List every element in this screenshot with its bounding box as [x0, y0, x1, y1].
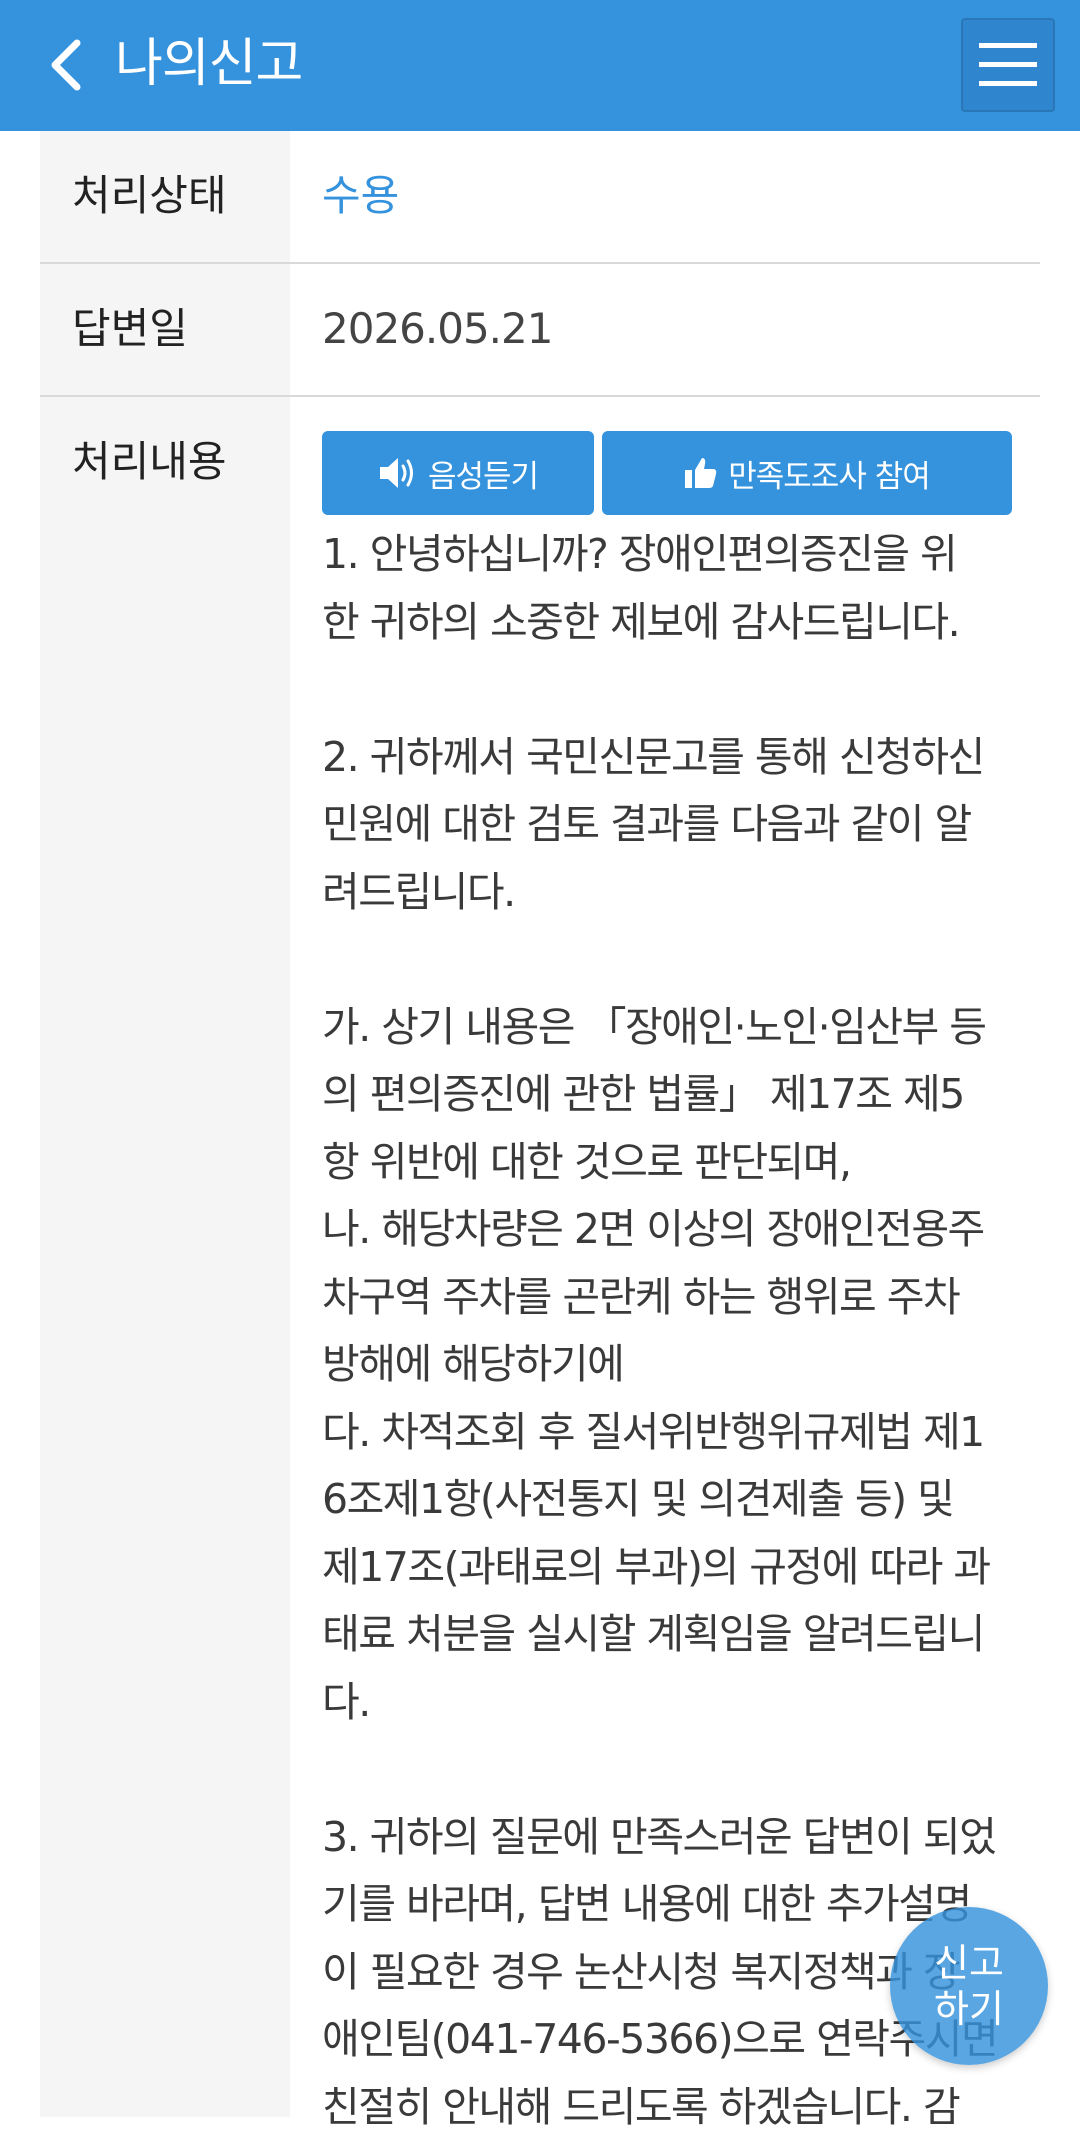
status-value: 수용 [290, 131, 1040, 262]
content-line: 다. [322, 1669, 1022, 1737]
content-line [322, 1736, 1022, 1804]
content-line: 6조제1항(사전통지 및 의견제출 등) 및 [322, 1466, 1022, 1534]
back-button[interactable] [30, 30, 100, 100]
chevron-left-icon [45, 37, 85, 93]
content-line: 항 위반에 대한 것으로 판단되며, [322, 1129, 1022, 1197]
listen-button-label: 음성듣기 [428, 451, 538, 496]
app-header: 나의신고 [0, 0, 1080, 131]
content-line [322, 926, 1022, 994]
status-row: 처리상태 수용 [40, 131, 1040, 264]
content-body: 1. 안녕하십니까? 장애인편의증진을 위한 귀하의 소중한 제보에 감사드립니… [322, 521, 1022, 2141]
content-line: 다. 차적조회 후 질서위반행위규제법 제1 [322, 1399, 1022, 1467]
content-line: 3. 귀하의 질문에 만족스러운 답변이 되었 [322, 1804, 1022, 1872]
content-line: 한 귀하의 소중한 제보에 감사드립니다. [322, 589, 1022, 657]
answer-date-row: 답변일 2026.05.21 [40, 264, 1040, 397]
content-line: 2. 귀하께서 국민신문고를 통해 신청하신 [322, 724, 1022, 792]
survey-button[interactable]: 만족도조사 참여 [602, 431, 1012, 515]
report-detail-table: 처리상태 수용 답변일 2026.05.21 처리내용 음성듣기 [40, 131, 1040, 2117]
content-row: 처리내용 음성듣기 만족도조사 참여 [40, 397, 1040, 2117]
fab-label-line1: 신고 [934, 1940, 1004, 1986]
thumbs-up-icon [684, 456, 718, 490]
content-label: 처리내용 [40, 397, 290, 2117]
listen-button[interactable]: 음성듣기 [322, 431, 594, 515]
content-line: 나. 해당차량은 2면 이상의 장애인전용주 [322, 1196, 1022, 1264]
answer-date-label: 답변일 [40, 264, 290, 395]
content-line [322, 656, 1022, 724]
content-line: 친절히 안내해 드리도록 하겠습니다. 감 [322, 2074, 1022, 2141]
speaker-icon [378, 456, 418, 490]
survey-button-label: 만족도조사 참여 [728, 451, 930, 496]
report-fab-button[interactable]: 신고 하기 [890, 1907, 1048, 2065]
hamburger-menu-icon [979, 43, 1037, 87]
page-title: 나의신고 [115, 28, 302, 100]
status-label: 처리상태 [40, 131, 290, 262]
fab-label-line2: 하기 [934, 1986, 1004, 2032]
content-line: 1. 안녕하십니까? 장애인편의증진을 위 [322, 521, 1022, 589]
content-line: 제17조(과태료의 부과)의 규정에 따라 과 [322, 1534, 1022, 1602]
answer-date-value: 2026.05.21 [290, 264, 1040, 395]
content-line: 방해에 해당하기에 [322, 1331, 1022, 1399]
content-line: 려드립니다. [322, 859, 1022, 927]
content-cell: 음성듣기 만족도조사 참여 1. 안녕하십니까? 장애인편의증진을 위한 귀하의… [290, 397, 1040, 2117]
content-line: 가. 상기 내용은 「장애인·노인·임산부 등 [322, 994, 1022, 1062]
content-line: 민원에 대한 검토 결과를 다음과 같이 알 [322, 791, 1022, 859]
content-actions: 음성듣기 만족도조사 참여 [322, 431, 1012, 515]
content-line: 차구역 주차를 곤란케 하는 행위로 주차 [322, 1264, 1022, 1332]
content-line: 의 편의증진에 관한 법률」 제17조 제5 [322, 1061, 1022, 1129]
content-line: 태료 처분을 실시할 계획임을 알려드립니 [322, 1601, 1022, 1669]
menu-button[interactable] [961, 18, 1055, 112]
